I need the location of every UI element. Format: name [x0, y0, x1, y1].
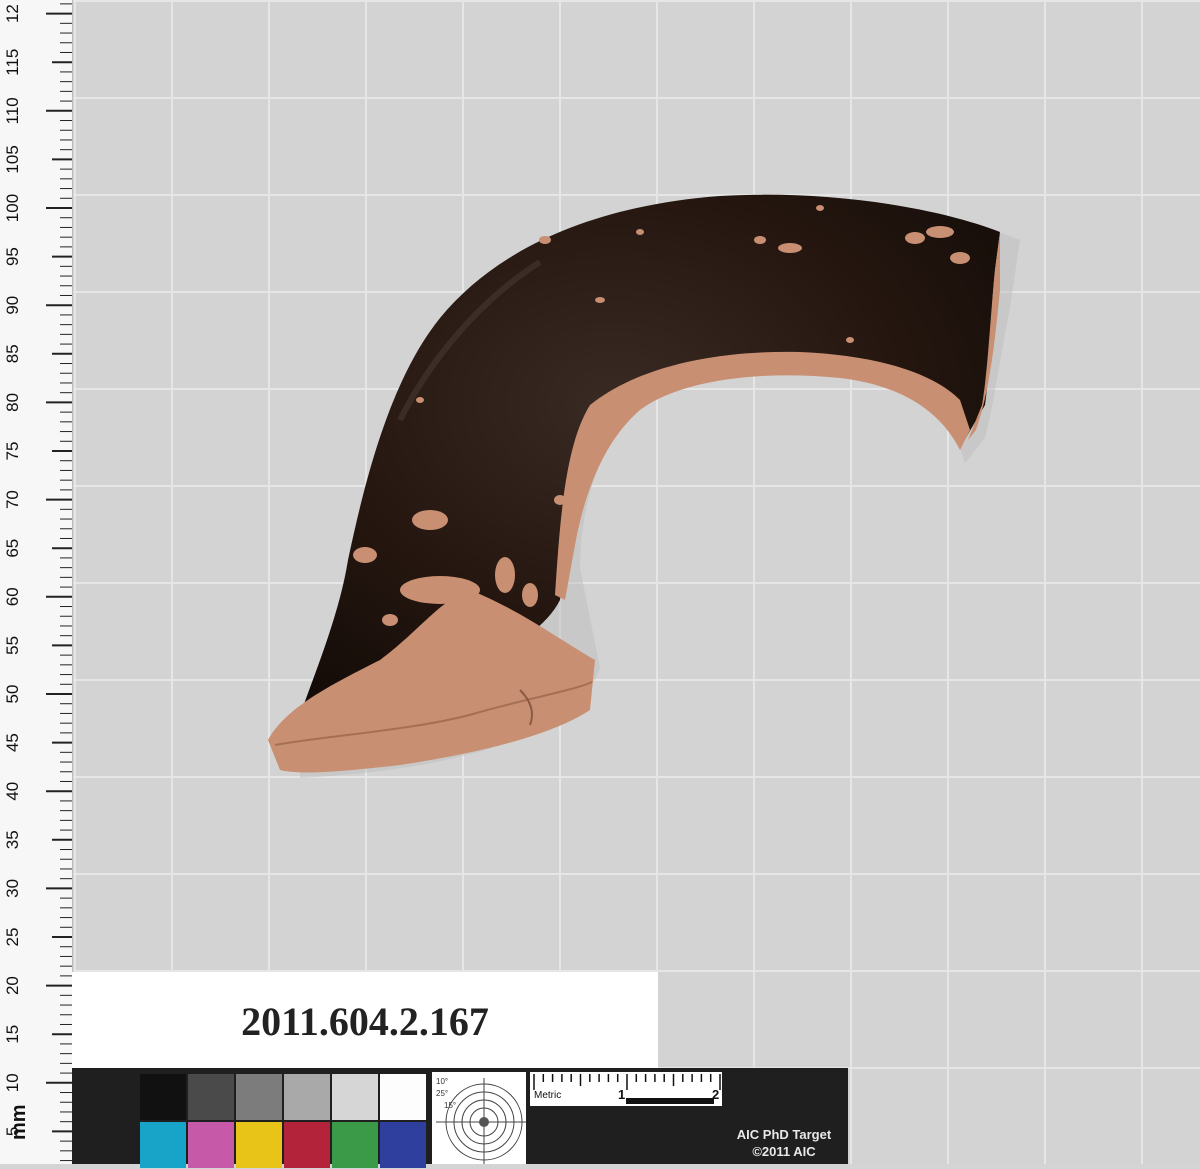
bullseye-icon: 10° 25° 15°: [436, 1077, 526, 1164]
color-swatch: [188, 1122, 234, 1168]
catalog-number: 2011.604.2.167: [241, 999, 489, 1044]
angle-label-15: 15°: [444, 1101, 456, 1110]
color-swatch: [332, 1122, 378, 1168]
scale-bar: [626, 1098, 714, 1104]
clay-inner-rim: [555, 351, 970, 600]
color-swatch: [236, 1074, 282, 1120]
angle-label-10: 10°: [436, 1077, 448, 1086]
glazed-surface: [300, 194, 1000, 715]
bullseye-target: 10° 25° 15°: [432, 1072, 526, 1164]
color-swatch: [332, 1074, 378, 1120]
color-swatch: [380, 1074, 426, 1120]
color-swatch: [140, 1122, 186, 1168]
target-title: AIC PhD Target: [736, 1127, 832, 1142]
color-target-card: 10° 25° 15° Metric 1 2 AIC PhD Target ©2…: [72, 1068, 848, 1168]
catalog-label-card: 2011.604.2.167: [72, 972, 658, 1072]
color-swatch: [140, 1074, 186, 1120]
target-copyright: ©2011 AIC: [752, 1144, 816, 1159]
color-swatch: [380, 1122, 426, 1168]
metric-scale: Metric 1 2: [530, 1072, 722, 1106]
color-swatch: [284, 1074, 330, 1120]
metric-scale-label: Metric: [534, 1090, 562, 1101]
scale-mark-2: 2: [712, 1087, 720, 1102]
color-swatch: [236, 1122, 282, 1168]
target-caption: AIC PhD Target ©2011 AIC: [724, 1126, 844, 1160]
color-swatch: [188, 1074, 234, 1120]
color-swatch: [284, 1122, 330, 1168]
angle-label-25: 25°: [436, 1089, 448, 1098]
scale-mark-1: 1: [618, 1087, 626, 1102]
